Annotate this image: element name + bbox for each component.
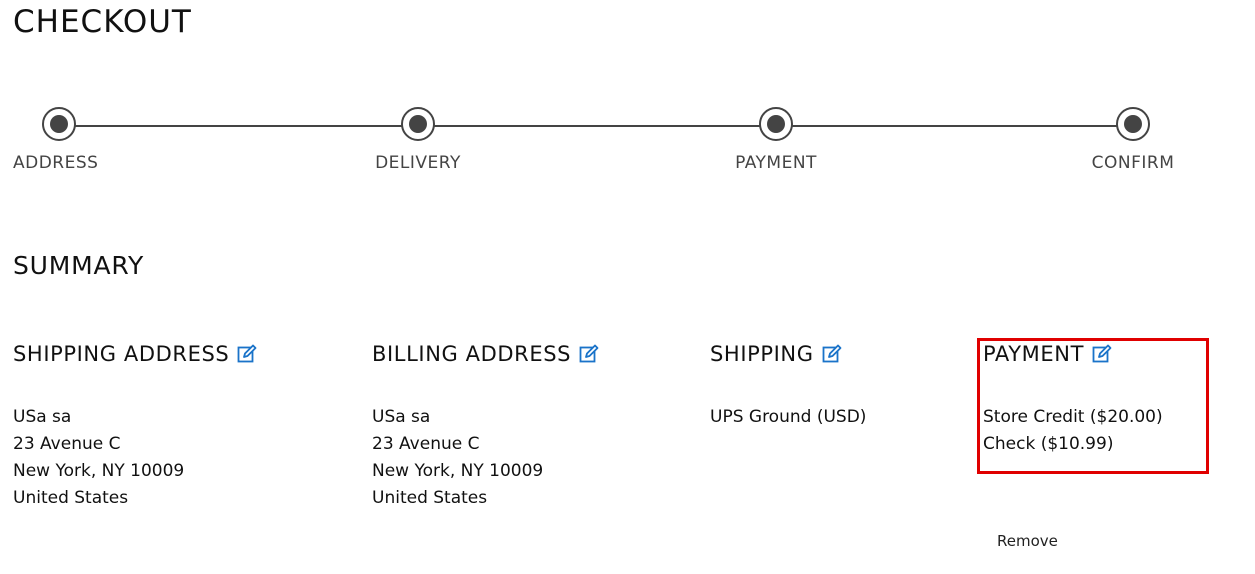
- step-dot: [401, 107, 435, 141]
- summary-title: SUMMARY: [13, 251, 145, 280]
- step-delivery[interactable]: DELIVERY: [353, 105, 483, 173]
- step-confirm[interactable]: CONFIRM: [1068, 105, 1198, 173]
- address-line: USa sa: [13, 407, 72, 427]
- step-label: DELIVERY: [375, 153, 461, 173]
- remove-payment-link[interactable]: Remove: [997, 532, 1058, 550]
- address-line: New York, NY 10009: [372, 461, 544, 481]
- address-line: New York, NY 10009: [13, 461, 185, 481]
- address-line: 23 Avenue C: [372, 434, 480, 454]
- page-title: CHECKOUT: [13, 4, 192, 40]
- shipping-address-title: SHIPPING ADDRESS: [13, 342, 230, 366]
- address-line: 23 Avenue C: [13, 434, 121, 454]
- step-dot: [42, 107, 76, 141]
- edit-icon[interactable]: [237, 344, 257, 364]
- edit-icon[interactable]: [579, 344, 599, 364]
- shipping-method: UPS Ground (USD): [710, 407, 867, 427]
- progress-line: [60, 125, 1133, 127]
- address-line: United States: [13, 488, 129, 508]
- payment-highlight-box: [977, 338, 1209, 474]
- shipping-title: SHIPPING: [710, 342, 814, 366]
- step-label: CONFIRM: [1091, 153, 1175, 173]
- step-dot: [759, 107, 793, 141]
- step-address[interactable]: ADDRESS: [13, 105, 143, 173]
- billing-address-section: BILLING ADDRESS USa sa 23 Avenue C New Y…: [372, 342, 599, 512]
- edit-icon[interactable]: [822, 344, 842, 364]
- shipping-address-section: SHIPPING ADDRESS USa sa 23 Avenue C New …: [13, 342, 257, 512]
- billing-address-title: BILLING ADDRESS: [372, 342, 572, 366]
- shipping-section: SHIPPING UPS Ground (USD): [710, 342, 866, 431]
- step-label: ADDRESS: [13, 153, 99, 173]
- address-line: United States: [372, 488, 488, 508]
- step-label: PAYMENT: [735, 153, 817, 173]
- address-line: USa sa: [372, 407, 431, 427]
- step-payment[interactable]: PAYMENT: [711, 105, 841, 173]
- step-dot: [1116, 107, 1150, 141]
- checkout-progress: ADDRESS DELIVERY PAYMENT CONFIRM: [0, 105, 1255, 185]
